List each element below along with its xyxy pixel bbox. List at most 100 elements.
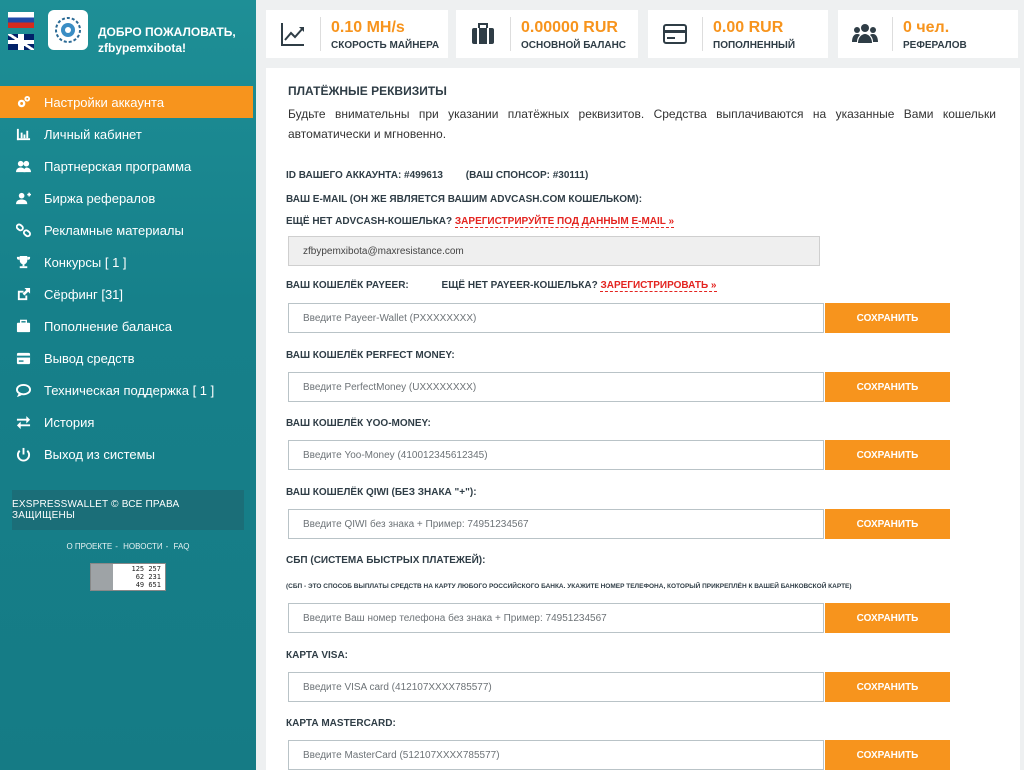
sidebar-item-label: Конкурсы [ 1 ]: [44, 254, 127, 270]
sidebar-item-label: Выход из системы: [44, 446, 155, 462]
mastercard-input[interactable]: [288, 740, 824, 770]
visa-label: КАРТА VISA:: [286, 650, 349, 661]
email-field[interactable]: [288, 236, 820, 266]
mastercard-label: КАРТА MASTERCARD:: [286, 718, 396, 729]
welcome-greeting: ДОБРО ПОЖАЛОВАТЬ,: [98, 25, 236, 39]
sidebar-item-label: Пополнение баланса: [44, 318, 172, 334]
sidebar-item-support[interactable]: Техническая поддержка [ 1 ]: [0, 374, 256, 406]
save-payeer-button[interactable]: СОХРАНИТЬ: [825, 303, 950, 333]
visit-counter[interactable]: 125 257 62 231 49 651: [90, 563, 166, 591]
about-link[interactable]: О ПРОЕКТЕ: [66, 542, 112, 551]
sponsor-id: (ВАШ СПОНСОР: #30111): [465, 170, 589, 181]
language-switcher: [8, 12, 34, 50]
sidebar-item-label: Биржа рефералов: [44, 190, 156, 206]
bar-chart-icon: [14, 125, 32, 143]
payeer-register-link[interactable]: ЗАРЕГИСТРИРОВАТЬ »: [600, 280, 717, 292]
stat-value: 0 чел.: [903, 18, 950, 36]
advcash-register-link[interactable]: ЗАРЕГИСТРИРУЙТЕ ПОД ДАННЫМ E-MAIL »: [454, 216, 675, 228]
save-mastercard-button[interactable]: СОХРАНИТЬ: [825, 740, 950, 770]
sidebar-item-partner-program[interactable]: Партнерская программа: [0, 150, 256, 182]
line-chart-icon: [281, 23, 304, 46]
payeer-wallet-input[interactable]: [288, 303, 824, 333]
sidebar-menu: Настройки аккаунта Личный кабинет Партне…: [0, 86, 256, 470]
credit-card-icon: [663, 24, 687, 44]
briefcase-icon: [472, 23, 494, 44]
sidebar-item-dashboard[interactable]: Личный кабинет: [0, 118, 256, 150]
counter-value: 62 231: [135, 573, 161, 581]
sidebar-item-label: Партнерская программа: [44, 158, 192, 174]
page-description: Будьте внимательны при указании платёжны…: [288, 107, 996, 141]
chat-icon: [14, 381, 32, 399]
stat-main-balance: 0.00000 RUR ОСНОВНОЙ БАЛАНС: [456, 10, 638, 58]
save-perfect-money-button[interactable]: СОХРАНИТЬ: [825, 372, 950, 402]
yoo-money-label: ВАШ КОШЕЛЁК YOO-MONEY:: [286, 418, 431, 429]
external-link-icon: [14, 285, 32, 303]
qiwi-label: ВАШ КОШЕЛЁК QIWI (БЕЗ ЗНАКА "+"):: [286, 487, 477, 498]
stat-referrals: 0 чел. РЕФЕРАЛОВ: [838, 10, 1018, 58]
sidebar: ДОБРО ПОЖАЛОВАТЬ, zfbypemxibota! Настрой…: [0, 0, 256, 770]
sidebar-item-surfing[interactable]: Сёрфинг [31]: [0, 278, 256, 310]
sidebar-item-account-settings[interactable]: Настройки аккаунта: [0, 86, 253, 118]
stat-value: 0.00000 RUR: [521, 18, 618, 36]
email-label: ВАШ E-MAIL (ОН ЖЕ ЯВЛЯЕТСЯ ВАШИМ ADVCASH…: [286, 194, 643, 205]
qiwi-input[interactable]: [288, 509, 824, 539]
counter-value: 125 257: [131, 565, 161, 573]
sidebar-item-deposit[interactable]: Пополнение баланса: [0, 310, 256, 342]
sidebar-item-promo-materials[interactable]: Рекламные материалы: [0, 214, 256, 246]
link-icon: [14, 221, 32, 239]
sidebar-item-label: История: [44, 414, 95, 430]
sidebar-item-history[interactable]: История: [0, 406, 256, 438]
account-id: ID ВАШЕГО АККАУНТА: #499613: [286, 170, 443, 181]
stat-label: ПОПОЛНЕННЫЙ: [713, 39, 796, 51]
sidebar-item-label: Рекламные материалы: [44, 222, 184, 238]
news-link[interactable]: НОВОСТИ: [123, 542, 162, 551]
sbp-label: СБП (СИСТЕМА БЫСТРЫХ ПЛАТЕЖЕЙ):: [286, 555, 486, 566]
welcome-text: ДОБРО ПОЖАЛОВАТЬ, zfbypemxibota!: [98, 24, 236, 56]
page-title: ПЛАТЁЖНЫЕ РЕКВИЗИТЫ: [288, 84, 447, 98]
copyright-box: EXSPRESSWALLET © ВСЕ ПРАВА ЗАЩИЩЕНЫ: [12, 490, 244, 530]
stat-miner-speed: 0.10 MH/s СКОРОСТЬ МАЙНЕРА: [266, 10, 448, 58]
sidebar-item-referral-exchange[interactable]: Биржа рефералов: [0, 182, 256, 214]
counter-logo-icon: [91, 564, 113, 590]
sidebar-item-logout[interactable]: Выход из системы: [0, 438, 256, 470]
counter-value: 49 651: [135, 581, 161, 589]
sidebar-item-label: Техническая поддержка [ 1 ]: [44, 382, 215, 398]
russian-flag-icon[interactable]: [8, 12, 34, 28]
faq-link[interactable]: FAQ: [174, 542, 190, 551]
footer-links: О ПРОЕКТЕ - НОВОСТИ - FAQ: [66, 542, 190, 551]
yoo-money-input[interactable]: [288, 440, 824, 470]
exchange-icon: [14, 413, 32, 431]
users-icon: [14, 157, 32, 175]
sidebar-item-contests[interactable]: Конкурсы [ 1 ]: [0, 246, 256, 278]
save-qiwi-button[interactable]: СОХРАНИТЬ: [825, 509, 950, 539]
power-icon: [14, 445, 32, 463]
visa-card-input[interactable]: [288, 672, 824, 702]
perfect-money-label: ВАШ КОШЕЛЁК PERFECT MONEY:: [286, 350, 455, 361]
save-sbp-button[interactable]: СОХРАНИТЬ: [825, 603, 950, 633]
sidebar-item-withdraw[interactable]: Вывод средств: [0, 342, 256, 374]
stat-value: 0.10 MH/s: [331, 18, 405, 36]
username: zfbypemxibota!: [98, 41, 187, 55]
advcash-prompt: ЕЩЁ НЕТ ADVCASH-КОШЕЛЬКА? ЗАРЕГИСТРИРУЙТ…: [286, 216, 675, 228]
sbp-note: (СБП - ЭТО СПОСОБ ВЫПЛАТЫ СРЕДСТВ НА КАР…: [286, 583, 852, 590]
perfect-money-input[interactable]: [288, 372, 824, 402]
trophy-icon: [14, 253, 32, 271]
user-plus-icon: [14, 189, 32, 207]
payeer-label: ВАШ КОШЕЛЁК PAYEER:: [286, 280, 409, 291]
stat-label: ОСНОВНОЙ БАЛАНС: [521, 39, 627, 51]
copyright-text: EXSPRESSWALLET © ВСЕ ПРАВА ЗАЩИЩЕНЫ: [12, 499, 180, 521]
stat-label: СКОРОСТЬ МАЙНЕРА: [331, 39, 440, 51]
save-visa-button[interactable]: СОХРАНИТЬ: [825, 672, 950, 702]
advcash-prompt-text: ЕЩЁ НЕТ ADVCASH-КОШЕЛЬКА?: [286, 216, 453, 227]
sbp-phone-input[interactable]: [288, 603, 824, 633]
payeer-prompt: ЕЩЁ НЕТ PAYEER-КОШЕЛЬКА?: [441, 280, 598, 291]
wreath-logo-icon: [55, 17, 81, 43]
uk-flag-icon[interactable]: [8, 34, 34, 50]
sidebar-item-label: Личный кабинет: [44, 126, 142, 142]
account-info: ID ВАШЕГО АККАУНТА: #499613 (ВАШ СПОНСОР…: [286, 170, 588, 181]
save-yoo-money-button[interactable]: СОХРАНИТЬ: [825, 440, 950, 470]
stat-label: РЕФЕРАЛОВ: [903, 39, 967, 51]
counter-values: 125 257 62 231 49 651: [113, 564, 165, 590]
sidebar-item-label: Вывод средств: [44, 350, 135, 366]
payeer-label-row: ВАШ КОШЕЛЁК PAYEER: ЕЩЁ НЕТ PAYEER-КОШЕЛ…: [286, 280, 717, 292]
